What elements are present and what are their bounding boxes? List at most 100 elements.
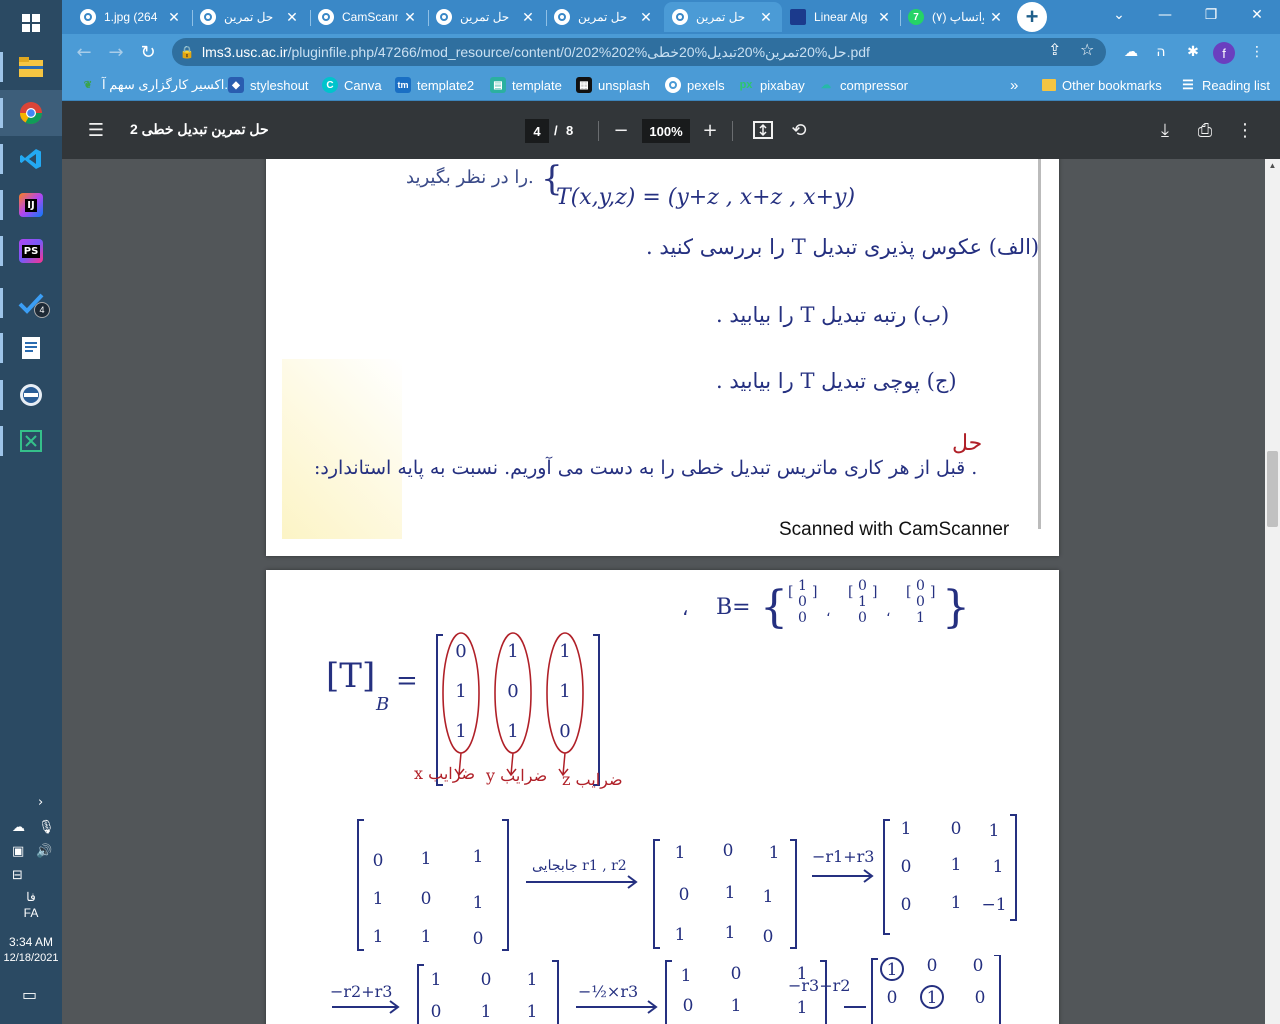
extension-cloud-icon[interactable]: ☁ [1120, 41, 1142, 63]
hw-coef-x: ضرایب x [414, 764, 476, 783]
svg-text:0: 0 [731, 964, 742, 984]
hw-tb-sub: B [376, 694, 390, 715]
lang-short[interactable]: فا [0, 890, 62, 904]
notification-icon[interactable]: ▭ [22, 985, 37, 1004]
viewer-scrollbar[interactable]: ▲ [1265, 159, 1280, 1024]
reading-list[interactable]: ☰ Reading list [1180, 76, 1270, 94]
close-icon[interactable]: ✕ [166, 9, 182, 26]
tab-6-active[interactable]: حل تمرین ✕ [664, 2, 782, 32]
close-icon[interactable]: ✕ [520, 9, 536, 26]
tab-7[interactable]: Linear Alg ✕ [782, 2, 900, 32]
network-icon[interactable]: ☁ [12, 820, 25, 835]
tab-4[interactable]: حل تمرین ✕ [428, 2, 544, 32]
close-icon[interactable]: ✕ [876, 9, 892, 26]
tab-5[interactable]: حل تمرین ✕ [546, 2, 662, 32]
phpstorm-icon: PS [19, 239, 43, 263]
svg-text:0: 0 [798, 594, 807, 610]
zoom-out-icon[interactable]: − [610, 119, 632, 141]
address-bar[interactable]: 🔒 lms3.usc.ac.ir/pluginfile.php/47266/mo… [172, 38, 1106, 66]
puzzle-icon[interactable]: ✱ [1182, 41, 1204, 63]
taskbar-app-round[interactable] [0, 372, 62, 418]
tab-title: 1.jpg (264 [104, 10, 158, 24]
taskbar-vscode[interactable] [0, 136, 62, 182]
close-icon[interactable]: ✕ [638, 9, 654, 26]
tab-2[interactable]: حل تمرین ✕ [192, 2, 308, 32]
bookmark-canva[interactable]: C Canva [322, 76, 382, 94]
tm-icon: tm [395, 77, 411, 93]
more-options-icon[interactable]: ⋮ [1234, 119, 1256, 141]
scroll-thumb[interactable] [1267, 451, 1278, 527]
taskbar-phpstorm[interactable]: PS [0, 228, 62, 274]
tab-search-button[interactable]: ⌄ [1096, 0, 1142, 30]
kebab-menu-icon[interactable]: ⋮ [1246, 41, 1268, 63]
taskbar-todo[interactable]: 4 [0, 280, 62, 326]
bookmark-unsplash[interactable]: ▦ unsplash [576, 76, 650, 94]
bookmark-styleshout[interactable]: ◆ styleshout [228, 76, 309, 94]
close-icon[interactable]: ✕ [758, 9, 774, 26]
tab-3[interactable]: CamScann ✕ [310, 2, 426, 32]
taskbar: IJ PS 4 › ☁ 🎙 ▣ 🔊 ⊟ فا FA 3:34 AM 12/18/… [0, 0, 62, 1024]
clock-time[interactable]: 3:34 AM [0, 935, 62, 949]
hamburger-menu-icon[interactable]: ☰ [85, 119, 107, 141]
close-icon[interactable]: ✕ [402, 9, 418, 26]
clock-date[interactable]: 12/18/2021 [0, 952, 62, 964]
back-button[interactable]: ← [72, 40, 96, 64]
vscode-icon [20, 149, 41, 169]
bookmark-pexels[interactable]: pexels [665, 76, 725, 94]
close-icon[interactable]: ✕ [988, 9, 1004, 26]
zoom-in-icon[interactable]: + [699, 119, 721, 141]
page-number-input[interactable]: 4 [525, 119, 549, 143]
fit-page-icon[interactable] [752, 119, 774, 141]
page-edge [1038, 159, 1041, 529]
close-window-button[interactable]: ✕ [1234, 0, 1280, 30]
svg-text:B=: B= [716, 595, 751, 620]
taskbar-app-green[interactable] [0, 418, 62, 464]
other-bookmarks[interactable]: Other bookmarks [1042, 76, 1162, 94]
restore-button[interactable]: ❐ [1188, 0, 1234, 30]
rotate-icon[interactable]: ⟲ [788, 119, 810, 141]
bookmark-exir[interactable]: ❦ اکسیر کارگزاری سهم آ... [80, 76, 235, 94]
round-app-icon [20, 384, 42, 406]
volume-icon[interactable]: 🔊 [36, 844, 52, 859]
extension-h-icon[interactable]: ה [1150, 41, 1172, 63]
print-icon[interactable]: ⎙ [1194, 119, 1216, 141]
taskbar-chrome[interactable] [0, 90, 62, 136]
new-tab-button[interactable]: + [1017, 2, 1047, 32]
start-button[interactable] [0, 0, 62, 46]
lang-indicator[interactable]: FA [0, 906, 62, 920]
bookmark-compressor[interactable]: ☁ compressor [818, 76, 908, 94]
hw-dot: ، [682, 596, 689, 620]
close-icon[interactable]: ✕ [284, 9, 300, 26]
globe-icon [672, 9, 688, 25]
svg-text:1: 1 [681, 966, 692, 986]
star-icon[interactable]: ☆ [1080, 40, 1094, 59]
svg-text:1: 1 [731, 996, 742, 1016]
close-icon: ✕ [1251, 7, 1263, 23]
tab-1[interactable]: 1.jpg (264 ✕ [72, 2, 190, 32]
reload-button[interactable]: ↻ [136, 40, 160, 64]
minimize-button[interactable]: — [1142, 0, 1188, 30]
taskbar-intellij[interactable]: IJ [0, 182, 62, 228]
download-icon[interactable]: ⤓ [1154, 119, 1176, 141]
bookmark-template2[interactable]: tm template2 [395, 76, 474, 94]
microphone-icon[interactable]: 🎙 [38, 820, 55, 835]
zoom-input[interactable]: 100% [642, 119, 690, 143]
forward-button[interactable]: → [104, 40, 128, 64]
profile-avatar[interactable]: f [1213, 42, 1235, 64]
hw-op1: جابجایی r1 , r2 [532, 858, 627, 874]
taskbar-notepad[interactable] [0, 325, 62, 371]
scroll-up-icon[interactable]: ▲ [1265, 159, 1280, 173]
chevron-up-icon[interactable]: › [38, 795, 43, 810]
bookmarks-overflow[interactable]: » [1010, 76, 1018, 94]
pdf-viewer[interactable]: را در نظر بگیرید. { T(x,y,z) = (y+z , x+… [62, 159, 1265, 1024]
taskbar-file-explorer[interactable] [0, 44, 62, 90]
display-icon[interactable]: ▣ [12, 844, 24, 859]
tab-title: (۷) واتساپ [932, 10, 984, 24]
bookmark-pixabay[interactable]: px pixabay [738, 76, 805, 94]
tab-8[interactable]: 7 (۷) واتساپ ✕ [900, 2, 1012, 32]
share-icon[interactable]: ⇪ [1048, 40, 1061, 59]
svg-text:0: 0 [481, 970, 492, 990]
bookmark-template[interactable]: ▤ template [490, 76, 562, 94]
monitor-icon[interactable]: ⊟ [12, 868, 23, 883]
svg-text:1: 1 [559, 641, 570, 662]
